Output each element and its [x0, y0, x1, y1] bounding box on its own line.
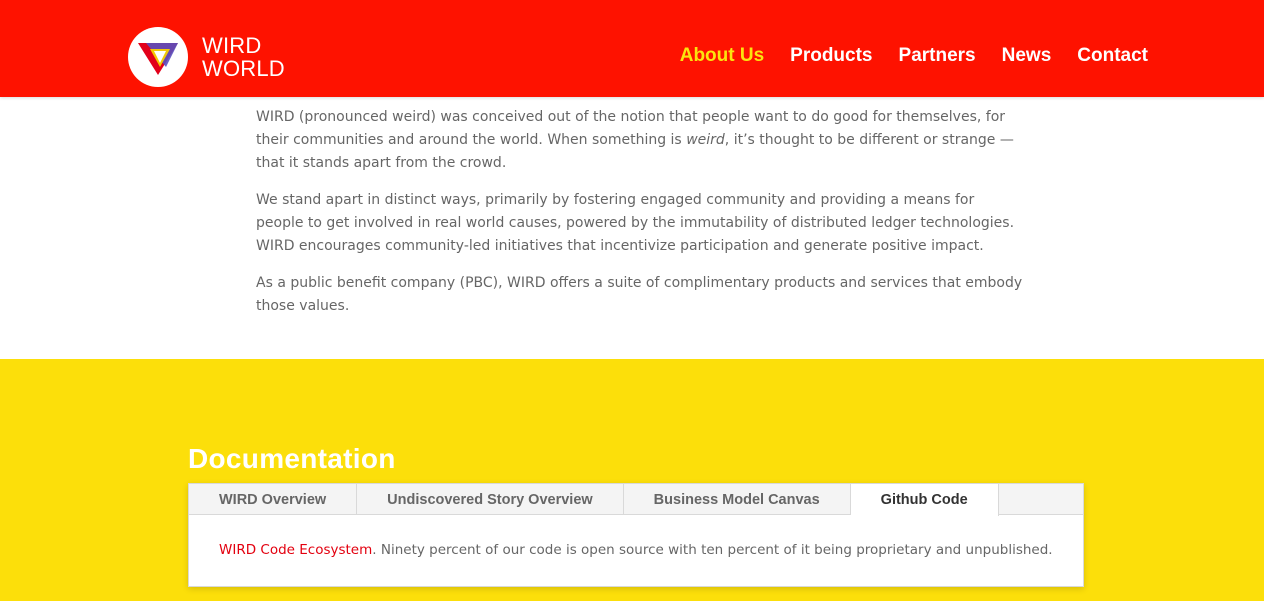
main-nav: About Us Products Partners News Contact [654, 45, 1148, 67]
about-p1-emphasis: weird [686, 132, 725, 148]
about-paragraph-2: We stand apart in distinct ways, primari… [256, 192, 1015, 254]
about-text: WIRD (pronounced weird) was conceived ou… [256, 106, 1026, 332]
nav-about-us[interactable]: About Us [680, 45, 764, 67]
nav-contact[interactable]: Contact [1077, 45, 1148, 67]
tab-wird-overview[interactable]: WIRD Overview [189, 484, 358, 515]
documentation-tabs: WIRD Overview Undiscovered Story Overvie… [188, 483, 1084, 587]
tab-business-model-canvas[interactable]: Business Model Canvas [624, 484, 851, 515]
tab-github-code[interactable]: Github Code [850, 484, 999, 516]
documentation-section: Documentation WIRD Overview Undiscovered… [0, 359, 1264, 601]
nav-partners[interactable]: Partners [899, 45, 976, 67]
about-paragraph-3: As a public benefit company (PBC), WIRD … [256, 275, 1023, 314]
logo-line-2: WORLD [202, 56, 285, 81]
site-header: WIRD WORLD About Us Products Partners Ne… [0, 0, 1264, 97]
tab-panel-text: . Ninety percent of our code is open sou… [372, 542, 1053, 558]
nav-products[interactable]: Products [790, 45, 872, 67]
tab-undiscovered-story-overview[interactable]: Undiscovered Story Overview [357, 484, 624, 515]
nav-news[interactable]: News [1002, 45, 1052, 67]
wird-triangle-logo-icon [128, 27, 188, 87]
site-logo[interactable]: WIRD WORLD [128, 26, 285, 88]
documentation-title: Documentation [188, 443, 396, 474]
tab-panel-github-code: WIRD Code Ecosystem. Ninety percent of o… [189, 515, 1083, 558]
tab-bar: WIRD Overview Undiscovered Story Overvie… [189, 484, 1083, 516]
logo-wordmark: WIRD WORLD [202, 34, 285, 80]
wird-code-ecosystem-link[interactable]: WIRD Code Ecosystem [219, 542, 372, 558]
logo-line-1: WIRD [202, 33, 262, 58]
about-paragraph-1: WIRD (pronounced weird) was conceived ou… [256, 106, 1026, 175]
